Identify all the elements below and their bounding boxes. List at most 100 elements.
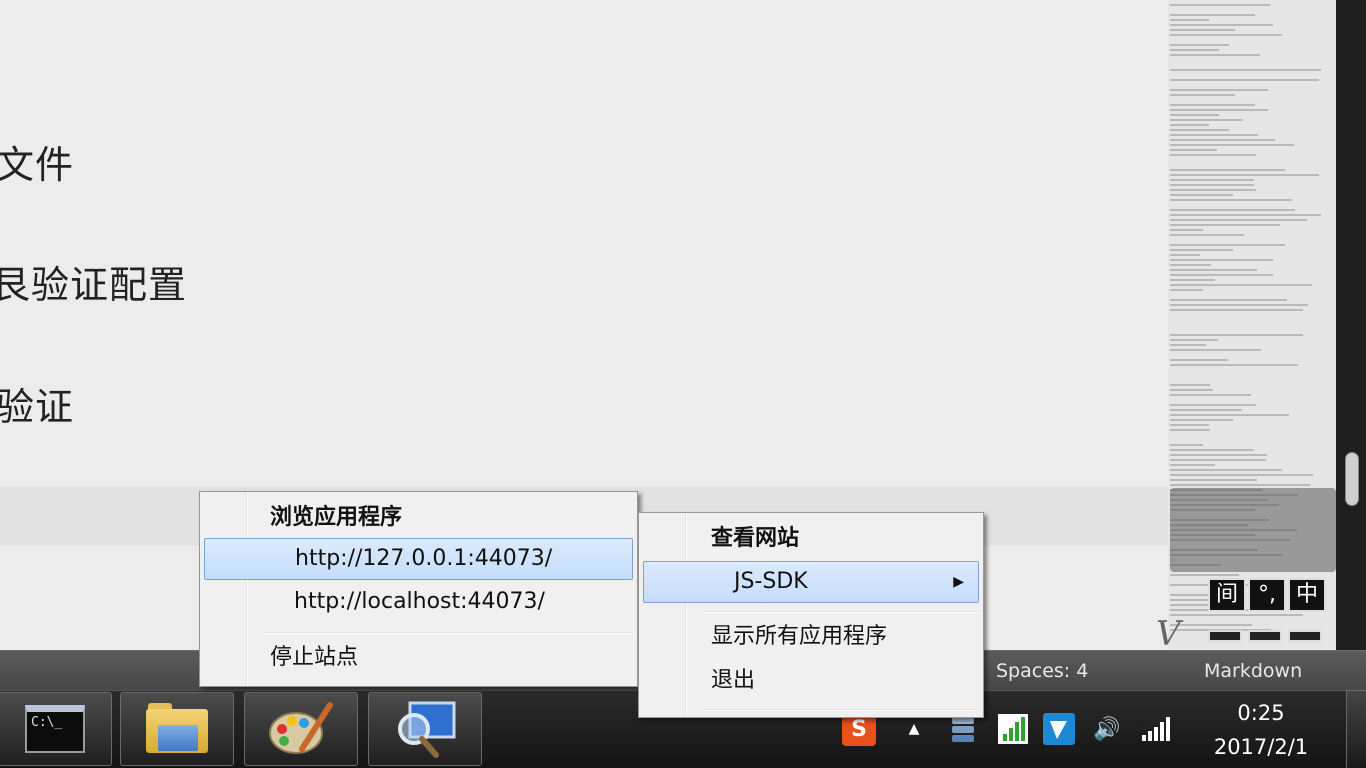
minimap-text-line: [1170, 229, 1203, 231]
minimap-text-line: [1170, 224, 1280, 226]
menu-header-view-sites: 查看网站: [711, 526, 800, 551]
minimap-text-line: [1170, 104, 1255, 106]
show-desktop-button[interactable]: [1346, 690, 1366, 768]
minimap-text-line: [1170, 264, 1211, 266]
minimap-text-line: [1170, 79, 1319, 81]
minimap-text-line: [1170, 184, 1254, 186]
minimap-text-line: [1170, 459, 1266, 461]
minimap-text-line: [1170, 179, 1254, 181]
minimap-text-line: [1170, 359, 1228, 361]
minimap-text-line: [1170, 69, 1321, 71]
minimap-text-line: [1170, 419, 1233, 421]
taskbar-explorer-button[interactable]: [120, 692, 234, 766]
indentation-status[interactable]: Spaces: 4: [996, 660, 1088, 682]
cmd-icon: C:\_: [25, 705, 85, 753]
taskbar-paint-button[interactable]: [244, 692, 358, 766]
minimap-text-line: [1170, 34, 1282, 36]
minimap-text-line: [1170, 484, 1310, 486]
minimap-text-line: [1170, 144, 1294, 146]
iis-express-glyph: [952, 717, 974, 742]
minimap-text-line: [1170, 309, 1303, 311]
submenu-arrow-icon: ▶: [953, 574, 964, 590]
paint-icon: [269, 702, 333, 754]
taskbar-remote-desktop-button[interactable]: [368, 692, 482, 766]
minimap-text-line: [1170, 154, 1256, 156]
minimap-text-line: [1170, 334, 1303, 336]
minimap-text-line: [1170, 479, 1257, 481]
minimap-text-line: [1170, 194, 1233, 196]
remote-desktop-icon: [398, 701, 456, 758]
minimap-text-line: [1170, 219, 1307, 221]
minimap-text-line: [1170, 249, 1233, 251]
minimap-text-line: [1170, 139, 1275, 141]
minimap-text-line: [1170, 19, 1209, 21]
minimap-text-line: [1170, 244, 1285, 246]
menu-item-site-js-sdk[interactable]: JS-SDK ▶: [643, 561, 979, 603]
network-signal-icon[interactable]: [996, 712, 1030, 746]
menu-item-url-127[interactable]: http://127.0.0.1:44073/: [204, 538, 633, 580]
clock-time: 0:25: [1237, 701, 1285, 725]
minimap-text-line: [1170, 234, 1244, 236]
minimap-text-line: [1170, 449, 1254, 451]
minimap-text-line: [1170, 404, 1256, 406]
tray-app-glyph: [1043, 713, 1075, 745]
volume-icon[interactable]: 🔊: [1090, 712, 1124, 746]
minimap-text-line: [1170, 304, 1308, 306]
ime-mode-button[interactable]: 间: [1208, 578, 1246, 612]
minimap[interactable]: [1168, 0, 1338, 650]
ime-punctuation-button[interactable]: °,: [1248, 578, 1286, 612]
scrollbar-thumb[interactable]: [1345, 452, 1359, 506]
wifi-icon[interactable]: [1138, 712, 1172, 746]
menu-header-browse-apps: 浏览应用程序: [270, 505, 403, 530]
tray-app-icon[interactable]: [1042, 712, 1076, 746]
taskbar-cmd-button[interactable]: C:\_: [0, 692, 112, 766]
minimap-text-line: [1170, 209, 1295, 211]
file-explorer-icon: [146, 703, 208, 755]
minimap-text-line: [1170, 189, 1256, 191]
system-clock[interactable]: 0:25 2017/2/1: [1196, 696, 1326, 764]
editor-line-1: 文件: [0, 143, 75, 187]
minimap-text-line: [1170, 384, 1210, 386]
minimap-text-line: [1170, 129, 1229, 131]
minimap-text-line: [1170, 279, 1215, 281]
minimap-text-line: [1170, 214, 1321, 216]
editor-line-3: 验证: [0, 385, 75, 429]
iis-tray-menu: 查看网站 JS-SDK ▶ 显示所有应用程序 退出: [638, 512, 984, 718]
minimap-text-line: [1170, 299, 1287, 301]
minimap-text-line: [1170, 464, 1215, 466]
minimap-viewport[interactable]: [1170, 488, 1336, 572]
minimap-text-line: [1170, 94, 1235, 96]
menu-item-show-all-apps[interactable]: 显示所有应用程序: [643, 617, 979, 659]
minimap-text-line: [1170, 289, 1203, 291]
minimap-text-line: [1170, 344, 1206, 346]
browse-apps-submenu: 浏览应用程序 http://127.0.0.1:44073/ http://lo…: [199, 491, 638, 687]
minimap-text-line: [1170, 124, 1209, 126]
ime-bar: [1288, 630, 1322, 642]
ime-toolbar[interactable]: 间 °, 中 V: [1152, 574, 1332, 654]
menu-separator: [264, 632, 633, 634]
menu-item-stop-site[interactable]: 停止站点: [204, 638, 633, 680]
editor-line-2: 艮验证配置: [0, 263, 188, 307]
minimap-text-line: [1170, 174, 1319, 176]
minimap-text-line: [1170, 169, 1285, 171]
clock-date: 2017/2/1: [1213, 735, 1309, 759]
syntax-status[interactable]: Markdown: [1204, 660, 1302, 682]
minimap-text-line: [1170, 24, 1273, 26]
ime-bar: [1248, 630, 1282, 642]
minimap-text-line: [1170, 339, 1218, 341]
minimap-text-line: [1170, 474, 1313, 476]
minimap-text-line: [1170, 114, 1219, 116]
minimap-text-line: [1170, 269, 1257, 271]
vertical-scrollbar[interactable]: [1336, 0, 1366, 650]
menu-separator: [703, 611, 979, 613]
ime-language-button[interactable]: 中: [1288, 578, 1326, 612]
minimap-text-line: [1170, 349, 1261, 351]
menu-separator: [703, 709, 979, 711]
menu-item-exit[interactable]: 退出: [643, 661, 979, 703]
menu-item-url-localhost[interactable]: http://localhost:44073/: [204, 582, 633, 624]
minimap-text-line: [1170, 119, 1243, 121]
minimap-text-line: [1170, 199, 1292, 201]
minimap-text-line: [1170, 414, 1289, 416]
minimap-text-line: [1170, 409, 1242, 411]
minimap-text-line: [1170, 394, 1251, 396]
